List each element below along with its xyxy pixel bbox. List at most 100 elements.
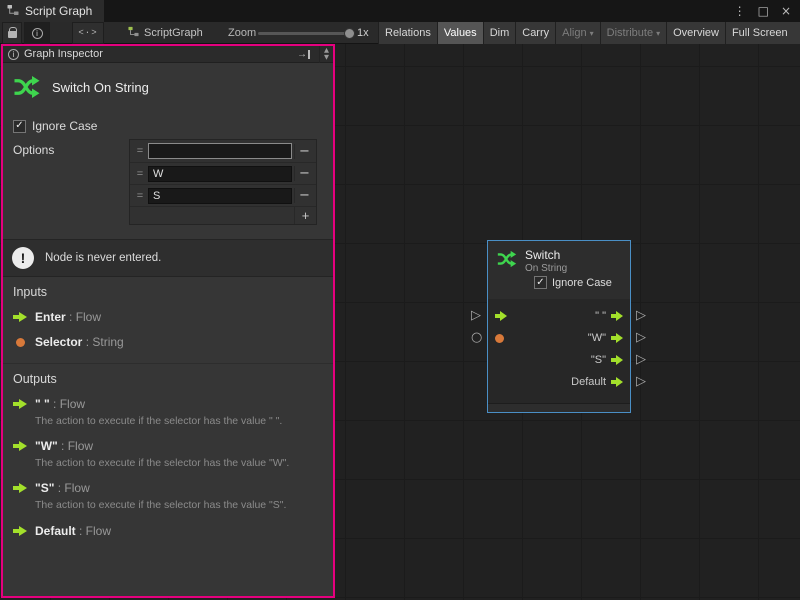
option-row: = − [130, 162, 316, 184]
option-input-1[interactable] [148, 166, 292, 182]
output-port-triangle-icon[interactable]: ▷ [636, 353, 646, 366]
zoom-slider-knob[interactable] [344, 28, 355, 39]
relations-button[interactable]: Relations [378, 22, 437, 44]
toolbar-buttons: Relations Values Dim Carry Align▾ Distri… [378, 22, 800, 44]
node-ignore-case-label: Ignore Case [552, 277, 612, 289]
chevron-down-icon: ▾ [656, 29, 660, 38]
align-button[interactable]: Align▾ [555, 22, 599, 44]
output-port-description: The action to execute if the selector ha… [35, 414, 323, 428]
node-output-label: "S" [591, 354, 606, 366]
warning-icon: ! [12, 247, 34, 269]
value-in-port-icon[interactable] [495, 334, 504, 343]
node-header: Switch On String ✓ Ignore Case [488, 241, 630, 299]
ignore-case-label: Ignore Case [32, 119, 97, 133]
output-port-line: "W" : Flow [13, 439, 323, 453]
outputs-header: Outputs [13, 372, 323, 386]
option-row: = − [130, 140, 316, 162]
dock-icon[interactable]: → [297, 49, 314, 60]
drag-handle-icon[interactable]: = [132, 168, 148, 180]
graph-inspector-panel: i Graph Inspector → ▲ ▼ Switch On String… [1, 44, 335, 598]
inspector-toggle-button[interactable]: i [24, 22, 50, 44]
check-icon: ✓ [536, 278, 544, 288]
node-footer [488, 403, 630, 412]
window-menu-icon[interactable]: ⋮ [734, 5, 746, 17]
drag-handle-icon[interactable]: = [132, 145, 148, 157]
output-port-triangle-icon[interactable]: ▷ [636, 309, 646, 322]
check-icon: ✓ [15, 121, 23, 131]
node-port-row: Default [488, 371, 630, 393]
info-icon: i [32, 28, 43, 39]
outputs-section: Outputs " " : Flow The action to execute… [3, 364, 333, 544]
remove-option-button[interactable]: − [294, 144, 314, 159]
inspector-title-row: Switch On String [3, 63, 333, 113]
tab-title: Script Graph [25, 4, 92, 18]
overview-button[interactable]: Overview [666, 22, 725, 44]
code-view-button[interactable]: <·> [72, 22, 104, 44]
option-input-0[interactable] [148, 143, 292, 159]
dim-button[interactable]: Dim [483, 22, 516, 44]
output-port-line: " " : Flow [13, 397, 323, 411]
scrollbar-arrows[interactable]: ▲ ▼ [319, 46, 333, 63]
inspector-settings: ✓ Ignore Case Options = − = − = − [3, 113, 333, 239]
flow-out-port-icon[interactable] [611, 311, 623, 321]
flow-port-icon [13, 526, 27, 536]
close-icon[interactable]: × [781, 5, 791, 17]
fullscreen-button[interactable]: Full Screen [725, 22, 800, 44]
remove-option-button[interactable]: − [294, 188, 314, 203]
inspector-header: i Graph Inspector → ▲ ▼ [3, 46, 333, 63]
flow-port-icon [13, 312, 27, 322]
output-port-description: The action to execute if the selector ha… [35, 456, 323, 470]
option-row: = − [130, 184, 316, 206]
zoom-value: 1x [357, 27, 369, 39]
switch-on-string-node[interactable]: Switch On String ✓ Ignore Case " " "W" [487, 240, 631, 413]
ignore-case-checkbox[interactable]: ✓ [13, 120, 26, 133]
tab-script-graph[interactable]: Script Graph [0, 0, 104, 22]
node-output-label: "W" [588, 332, 606, 344]
switch-icon [12, 72, 42, 102]
flow-in-port-icon[interactable] [495, 311, 507, 321]
zoom-slider[interactable] [258, 32, 352, 35]
breadcrumb-label: ScriptGraph [144, 27, 203, 39]
flow-port-icon [13, 483, 27, 493]
script-graph-icon [7, 4, 19, 19]
options-label: Options [11, 139, 129, 157]
add-option-button[interactable]: + [294, 207, 316, 224]
zoom-label: Zoom [228, 27, 256, 39]
flow-out-port-icon[interactable] [611, 333, 623, 343]
enter-port-triangle-icon[interactable]: ▷ [471, 309, 481, 322]
output-port-line: Default : Flow [13, 524, 323, 538]
output-port-triangle-icon[interactable]: ▷ [636, 375, 646, 388]
options-list: = − = − = − + [129, 139, 317, 225]
node-output-label: " " [595, 310, 606, 322]
node-output-label: Default [571, 376, 606, 388]
code-icon: <·> [78, 28, 97, 38]
node-ignore-case-checkbox[interactable]: ✓ [534, 276, 547, 289]
node-subtitle: On String [525, 263, 567, 274]
maximize-icon[interactable]: □ [758, 5, 769, 17]
values-button[interactable]: Values [437, 22, 483, 44]
inputs-section: Inputs Enter : Flow Selector : String [3, 277, 333, 364]
breadcrumb[interactable]: ScriptGraph [128, 22, 203, 44]
remove-option-button[interactable]: − [294, 166, 314, 181]
node-port-row: "W" [488, 327, 630, 349]
warning-box: ! Node is never entered. [3, 239, 333, 277]
info-icon: i [8, 49, 19, 60]
lock-button[interactable] [2, 22, 22, 44]
node-port-row: " " [488, 305, 630, 327]
flow-port-icon [13, 441, 27, 451]
value-port-icon [16, 338, 25, 347]
flow-out-port-icon[interactable] [611, 355, 623, 365]
distribute-button[interactable]: Distribute▾ [600, 22, 666, 44]
carry-button[interactable]: Carry [515, 22, 555, 44]
selector-port-circle-icon[interactable]: ○ [471, 331, 482, 344]
window-controls: ⋮ □ × [734, 0, 800, 22]
flow-port-icon [13, 399, 27, 409]
warning-text: Node is never entered. [45, 252, 161, 264]
drag-handle-icon[interactable]: = [132, 190, 148, 202]
chevron-down-icon: ▾ [590, 29, 594, 38]
option-input-2[interactable] [148, 188, 292, 204]
flow-out-port-icon[interactable] [611, 377, 623, 387]
lock-icon [8, 31, 17, 38]
node-type-title: Switch On String [52, 80, 149, 95]
output-port-triangle-icon[interactable]: ▷ [636, 331, 646, 344]
